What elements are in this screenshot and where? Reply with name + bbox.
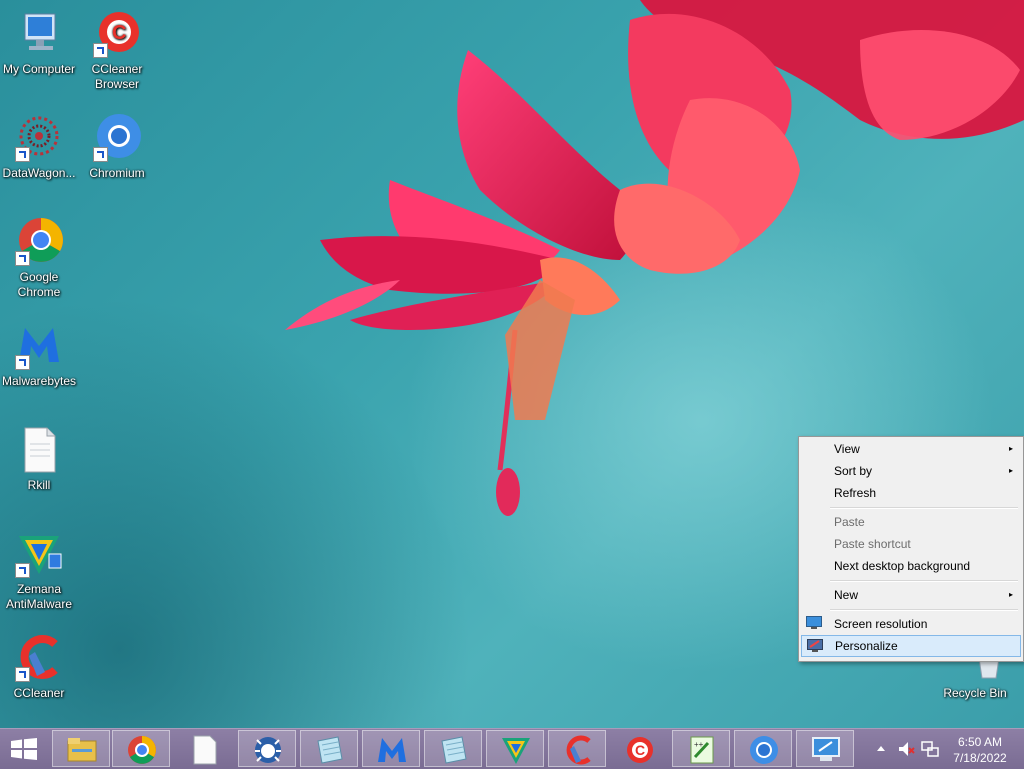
clock-time: 6:50 AM [957, 735, 1003, 749]
shortcut-arrow-icon [15, 355, 30, 370]
spybot-icon [255, 737, 281, 763]
svg-text:C: C [112, 22, 126, 44]
taskbar-ccleaner-browser[interactable]: C [610, 730, 668, 767]
document-icon [24, 427, 56, 473]
menu-item-next-desktop-background[interactable]: Next desktop background [801, 555, 1021, 577]
menu-item-view[interactable]: View ▸ [801, 438, 1021, 460]
malwarebytes-icon [378, 738, 406, 762]
menu-separator [830, 580, 1018, 582]
system-clock[interactable]: 6:50 AM 7/18/2022 [948, 734, 1012, 766]
taskbar-zemana[interactable] [486, 730, 544, 767]
personalize-icon [807, 639, 823, 652]
network-icon[interactable] [921, 740, 939, 758]
taskbar-rkill[interactable] [174, 730, 232, 767]
desktop[interactable]: My Computer C CCleaner Browser DataWagon… [0, 0, 1024, 728]
menu-item-personalize[interactable]: Personalize [801, 635, 1021, 657]
notepad-icon [441, 736, 467, 764]
shortcut-arrow-icon [93, 147, 108, 162]
shortcut-arrow-icon [93, 43, 108, 58]
start-button[interactable] [10, 738, 38, 760]
document-icon [193, 735, 217, 765]
taskbar-chromium[interactable] [734, 730, 792, 767]
menu-item-paste-shortcut[interactable]: Paste shortcut [801, 533, 1021, 555]
taskbar-remote-desktop[interactable] [796, 730, 854, 767]
desktop-icon-datawagon[interactable]: DataWagon... [0, 114, 78, 181]
menu-item-paste[interactable]: Paste [801, 511, 1021, 533]
shortcut-arrow-icon [15, 251, 30, 266]
desktop-icon-chromium[interactable]: Chromium [78, 114, 156, 181]
desktop-icon-malwarebytes[interactable]: Malwarebytes [0, 322, 78, 389]
menu-item-refresh[interactable]: Refresh [801, 482, 1021, 504]
computer-icon [24, 13, 56, 50]
submenu-arrow-icon: ▸ [1008, 444, 1013, 453]
taskbar: C ++ 6:50 AM 7/18/2022 [0, 728, 1024, 769]
notepad-plus-plus-icon: ++ [690, 736, 714, 764]
taskbar-malwarebytes[interactable] [362, 730, 420, 767]
desktop-icon-rkill[interactable]: Rkill [0, 426, 78, 493]
show-hidden-icons-chevron[interactable] [876, 744, 886, 752]
chromium-icon [750, 736, 778, 764]
shortcut-arrow-icon [15, 147, 30, 162]
file-explorer-icon [67, 738, 97, 762]
taskbar-notepad-2[interactable] [424, 730, 482, 767]
shortcut-arrow-icon [15, 563, 30, 578]
taskbar-ccleaner[interactable] [548, 730, 606, 767]
svg-text:C: C [635, 742, 645, 758]
desktop-icon-my-computer[interactable]: My Computer [0, 10, 78, 77]
taskbar-chrome[interactable] [112, 730, 170, 767]
desktop-icon-ccleaner-browser[interactable]: C CCleaner Browser [78, 10, 156, 92]
taskbar-notepad[interactable] [300, 730, 358, 767]
shortcut-arrow-icon [15, 667, 30, 682]
desktop-icon-zemana[interactable]: Zemana AntiMalware [0, 530, 78, 612]
menu-item-new[interactable]: New ▸ [801, 584, 1021, 606]
remote-desktop-icon [812, 737, 840, 761]
ccleaner-icon [566, 735, 591, 765]
menu-separator [830, 609, 1018, 611]
taskbar-file-explorer[interactable] [52, 730, 110, 767]
menu-item-screen-resolution[interactable]: Screen resolution [801, 613, 1021, 635]
desktop-context-menu: View ▸ Sort by ▸ Refresh Paste Paste sho… [798, 436, 1024, 662]
volume-muted-icon[interactable] [897, 740, 915, 758]
taskbar-spybot[interactable] [238, 730, 296, 767]
submenu-arrow-icon: ▸ [1008, 466, 1013, 475]
menu-item-sort-by[interactable]: Sort by ▸ [801, 460, 1021, 482]
submenu-arrow-icon: ▸ [1008, 590, 1013, 599]
notepad-icon [317, 736, 343, 764]
zemana-icon [502, 738, 530, 764]
desktop-icon-ccleaner[interactable]: CCleaner [0, 634, 78, 701]
chrome-icon [128, 736, 156, 764]
ccleaner-browser-icon: C [627, 737, 653, 763]
screen-resolution-icon [806, 616, 822, 629]
clock-date: 7/18/2022 [953, 751, 1007, 765]
svg-text:++: ++ [694, 740, 704, 749]
taskbar-notepad-plus-plus[interactable]: ++ [672, 730, 730, 767]
desktop-icon-google-chrome[interactable]: Google Chrome [0, 218, 78, 300]
menu-separator [830, 507, 1018, 509]
